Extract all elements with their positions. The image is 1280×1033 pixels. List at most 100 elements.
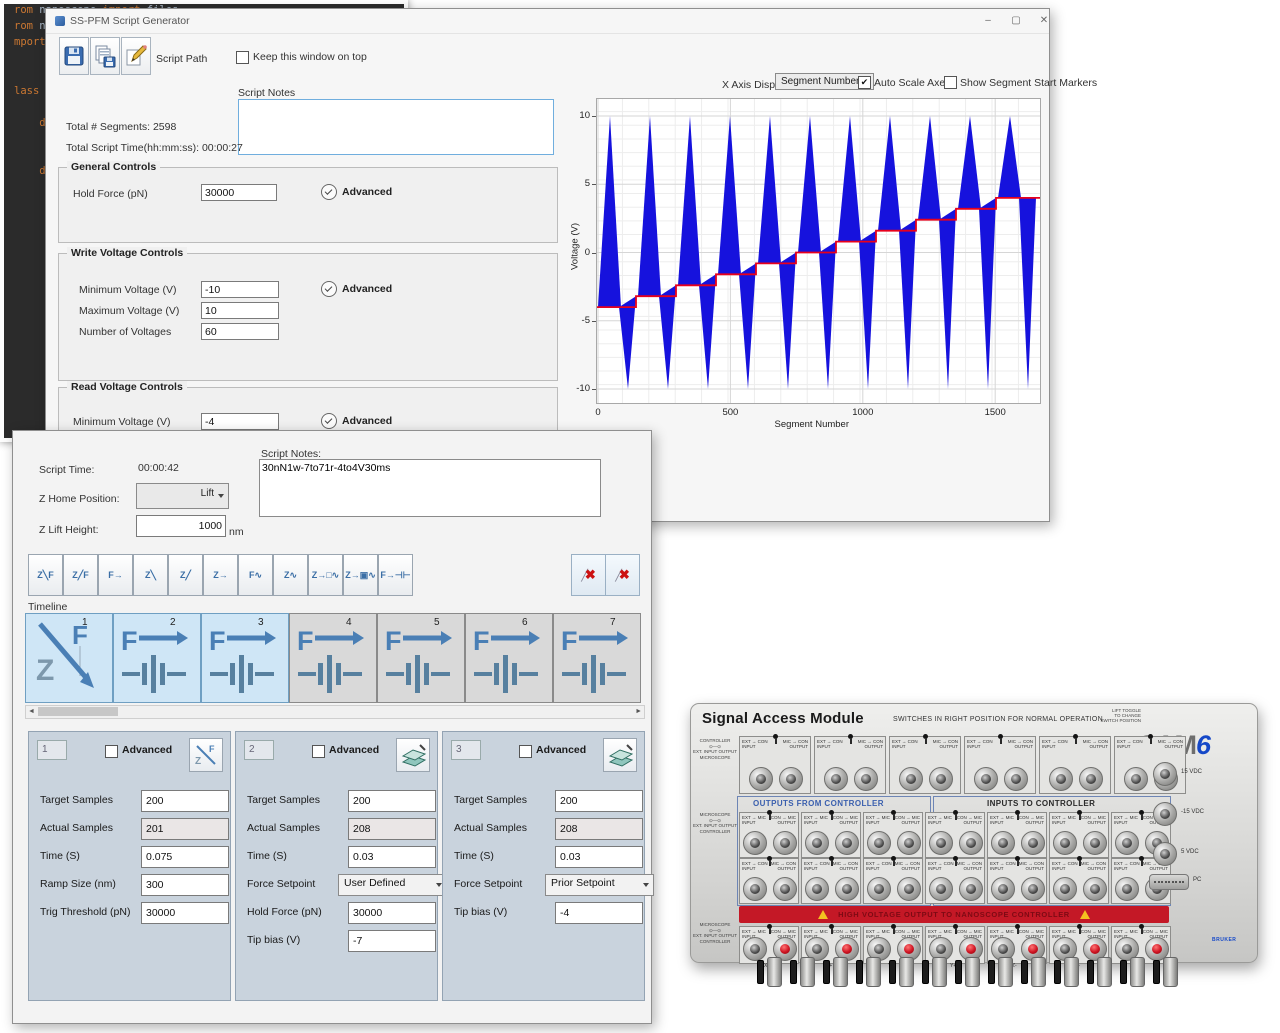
title-bar[interactable]: SS-PFM Script Generator – ▢ ✕ [46,9,1049,34]
seg-f-wave-button[interactable]: F∿ [238,554,273,596]
timeline-segment-4[interactable]: 4 F [289,613,377,703]
read-min-voltage-input[interactable] [201,413,279,430]
toggle-switch[interactable] [773,734,778,739]
field-input[interactable] [348,930,436,952]
bnc-module: EXT → MICINPUTCON → MICOUTPUT [739,812,799,858]
advanced-expander[interactable]: Advanced [321,413,392,429]
num-voltages-input[interactable] [201,323,279,340]
field-input[interactable] [348,846,436,868]
field-input[interactable] [555,902,643,924]
field-input[interactable] [555,818,643,840]
svg-text:Z: Z [195,756,201,767]
seg-z-ramp-down-button[interactable]: Z╲ [133,554,168,596]
seg-z-ramp-up-button[interactable]: Z╱ [168,554,203,596]
script-editor-window: Script Time: 00:00:42 Z Home Position: L… [12,430,652,1024]
edit-script-button[interactable] [121,37,151,75]
toggle-switch[interactable] [1139,810,1144,815]
timeline-segment-7[interactable]: 7 F [553,613,641,703]
timeline-segment-5[interactable]: 5 F [377,613,465,703]
toggle-switch[interactable] [1077,924,1082,929]
toggle-switch[interactable] [1015,810,1020,815]
force-setpoint-dropdown[interactable]: Prior Setpoint [545,874,654,896]
toggle-switch[interactable] [891,856,896,861]
advanced-expander[interactable]: Advanced [321,184,392,200]
advanced-checkbox[interactable] [519,745,532,758]
seg-z-hold-step-wave-button[interactable]: Z→□∿ [308,554,343,596]
seg-z-hold-image-wave-button[interactable]: Z→▣∿ [343,554,378,596]
save-script-button[interactable] [59,37,89,75]
toggle-switch[interactable] [848,734,853,739]
toggle-switch[interactable] [767,856,772,861]
seg-z-ramp-down-f-button[interactable]: Z╲F [28,554,63,596]
auto-scale-checkbox[interactable]: ✔ [858,76,871,89]
toggle-switch[interactable] [1148,734,1153,739]
z-home-position-dropdown[interactable]: Lift [136,483,229,509]
toggle-switch[interactable] [998,734,1003,739]
field-input[interactable] [141,874,229,896]
field-input[interactable] [141,790,229,812]
field-input[interactable] [348,790,436,812]
toggle-switch[interactable] [1073,734,1078,739]
scroll-left-arrow[interactable]: ◄ [28,706,35,717]
layers-icon-button[interactable] [396,738,430,772]
ramp-icon-button[interactable]: Z F [189,738,223,772]
timeline-segment-6[interactable]: 6 F [465,613,553,703]
show-markers-checkbox[interactable] [944,76,957,89]
write-max-voltage-input[interactable] [201,302,279,319]
write-min-voltage-input[interactable] [201,281,279,298]
z-lift-height-input[interactable] [136,515,226,537]
toggle-switch[interactable] [1139,856,1144,861]
keep-on-top-checkbox[interactable] [236,51,249,64]
toggle-switch[interactable] [1077,856,1082,861]
toggle-switch[interactable] [1139,924,1144,929]
timeline-scrollbar[interactable]: ◄ ► [25,705,645,719]
toggle-switch[interactable] [953,810,958,815]
hold-force-input[interactable] [201,184,277,201]
field-input[interactable] [348,902,436,924]
seg-z-hold-button[interactable]: Z→ [203,554,238,596]
seg-f-hold-bias-button[interactable]: F→⊣⊢ [378,554,413,596]
toggle-switch[interactable] [1015,856,1020,861]
toggle-switch[interactable] [829,856,834,861]
toggle-switch[interactable] [891,924,896,929]
close-button[interactable]: ✕ [1032,13,1056,29]
chevron-down-icon [321,413,337,429]
field-label: Trig Threshold (pN) [40,906,130,918]
advanced-expander[interactable]: Advanced [321,281,392,297]
save-script-as-button[interactable] [90,37,120,75]
script-notes-textarea[interactable] [238,99,554,155]
seg-z-wave-button[interactable]: Z∿ [273,554,308,596]
delete-all-segments-button[interactable]: ╱✖ [605,554,640,596]
toggle-switch[interactable] [1015,924,1020,929]
timeline-segment-1[interactable]: 1 Z F [25,613,113,703]
toggle-switch[interactable] [891,810,896,815]
minimize-button[interactable]: – [976,13,1000,29]
seg-z-ramp-up-f-button[interactable]: Z╱F [63,554,98,596]
toggle-switch[interactable] [1077,810,1082,815]
toggle-switch[interactable] [953,924,958,929]
force-setpoint-dropdown[interactable]: User Defined [338,874,447,896]
toggle-switch[interactable] [953,856,958,861]
toggle-switch[interactable] [923,734,928,739]
field-input[interactable] [141,902,229,924]
timeline-segment-2[interactable]: 2 F [113,613,201,703]
field-input[interactable] [141,846,229,868]
toggle-switch[interactable] [767,924,772,929]
field-input[interactable] [555,846,643,868]
toggle-switch[interactable] [829,810,834,815]
toggle-switch[interactable] [767,810,772,815]
scrollbar-thumb[interactable] [38,707,118,716]
layers-icon-button[interactable] [603,738,637,772]
field-input[interactable] [555,790,643,812]
scroll-right-arrow[interactable]: ► [635,706,642,717]
timeline-segment-3[interactable]: 3 F [201,613,289,703]
field-input[interactable] [348,818,436,840]
field-input[interactable] [141,818,229,840]
toggle-switch[interactable] [829,924,834,929]
script-notes-textarea[interactable]: 30nN1w-7to71r-4to4V30ms [259,459,601,517]
advanced-checkbox[interactable] [312,745,325,758]
seg-f-hold-button[interactable]: F→ [98,554,133,596]
maximize-button[interactable]: ▢ [1004,13,1028,29]
advanced-checkbox[interactable] [105,745,118,758]
delete-segment-button[interactable]: ╱✖ [571,554,606,596]
